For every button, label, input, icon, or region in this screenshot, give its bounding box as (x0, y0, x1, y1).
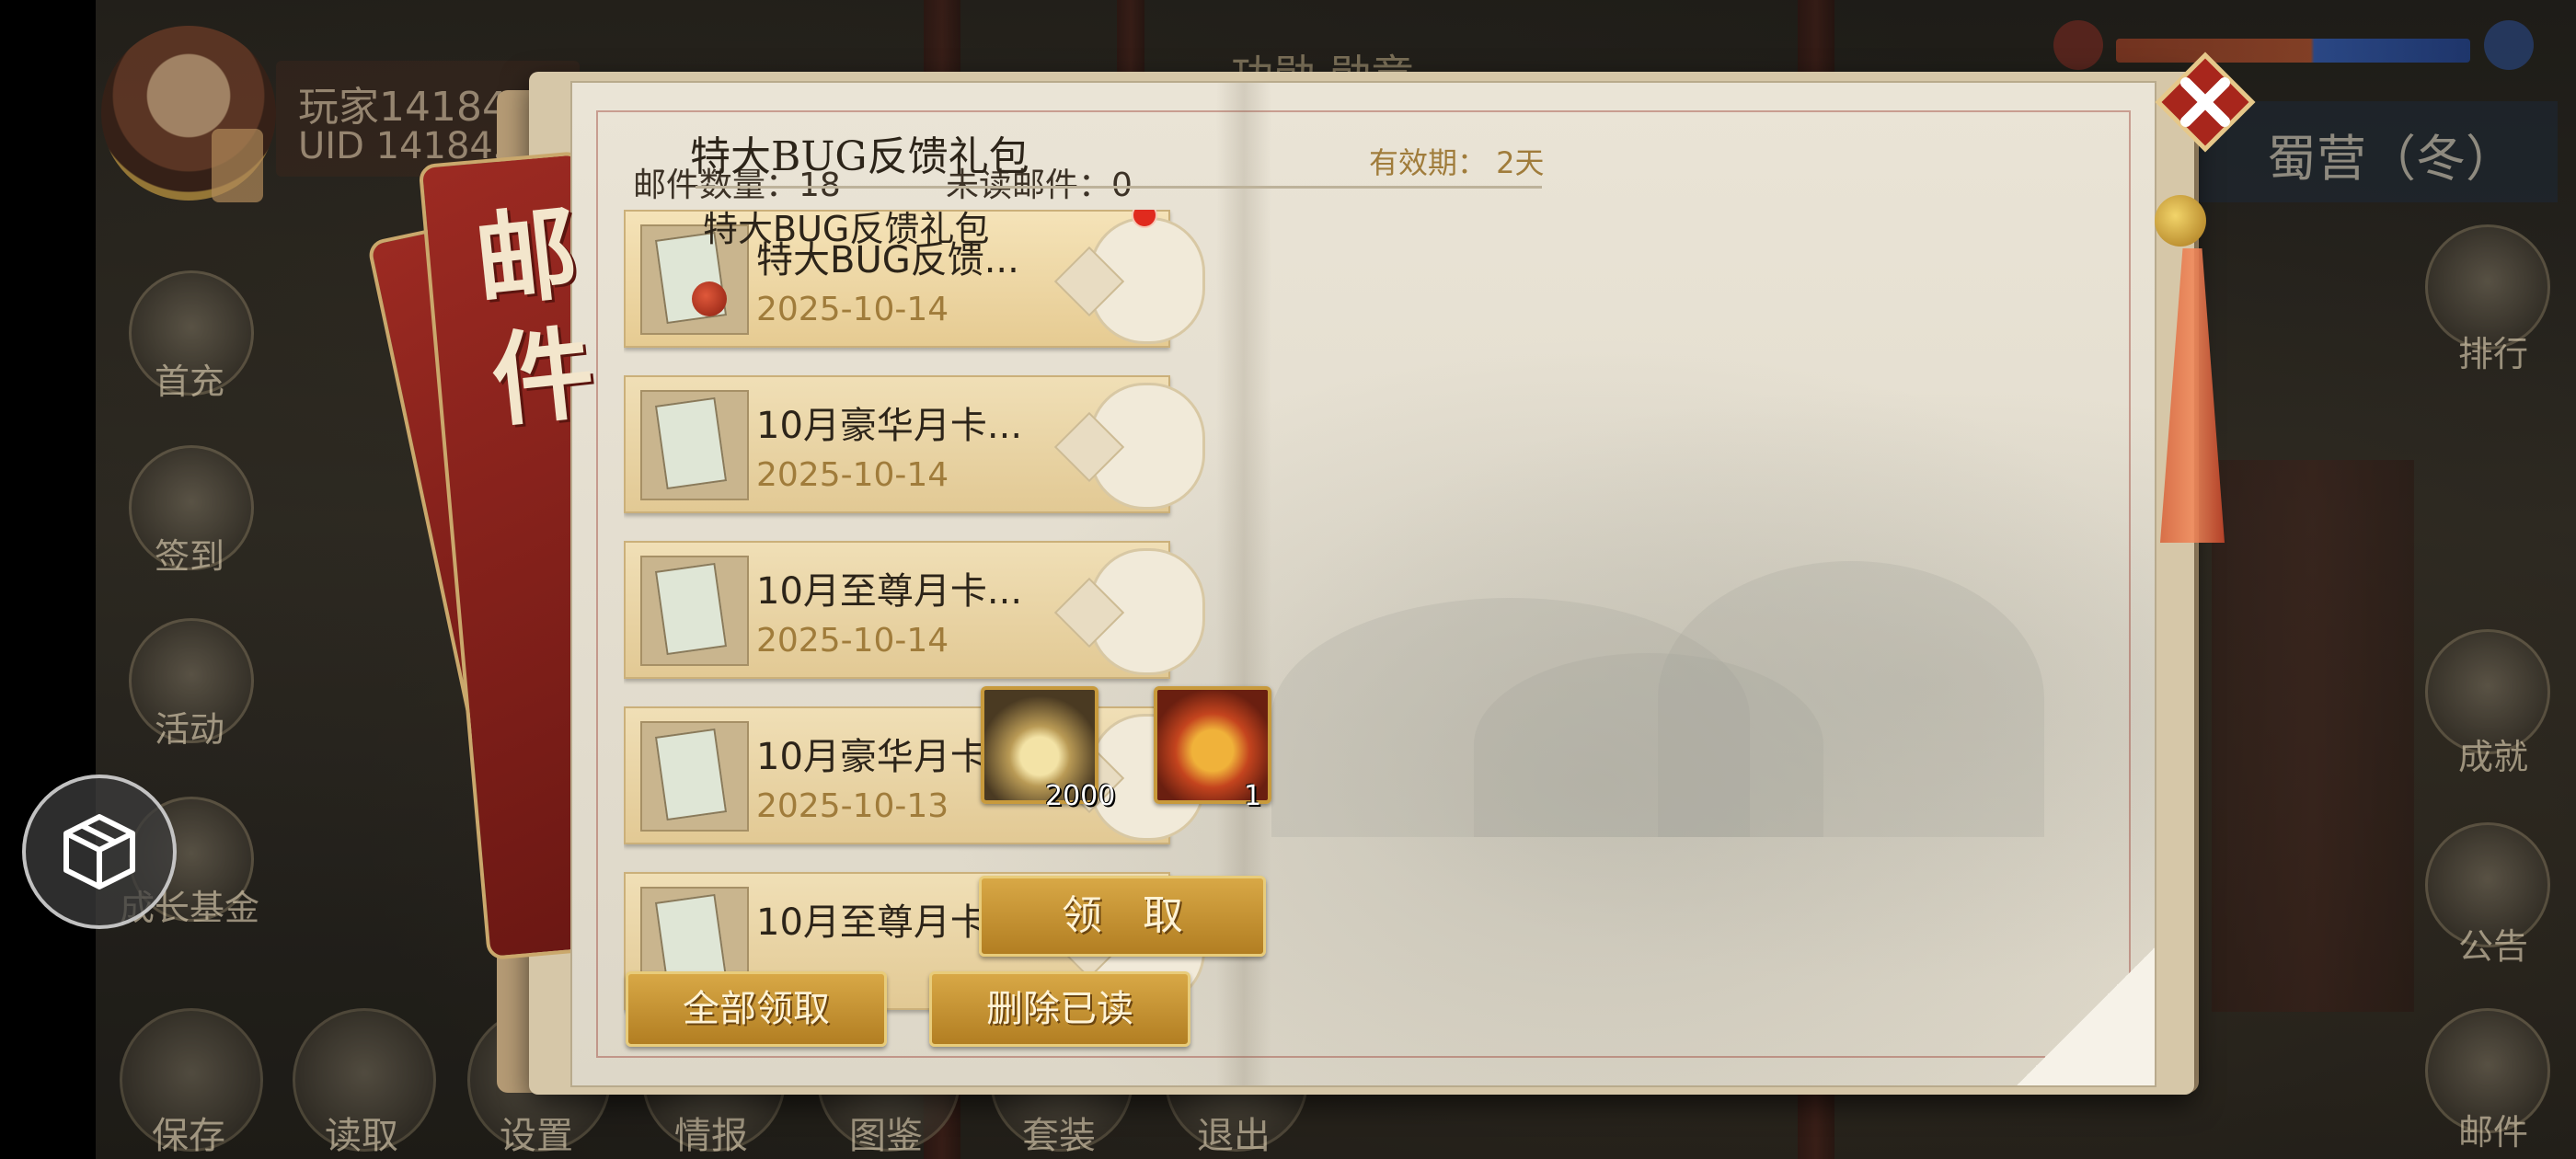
outfit-label: 套装 (1022, 1115, 1096, 1157)
save-label: 保存 (152, 1115, 225, 1157)
claim-button[interactable]: 领 取 (979, 876, 1266, 957)
announcement-label: 公告 (2457, 926, 2528, 967)
mail-card-icon (640, 721, 749, 832)
envelope-icon (1089, 383, 1205, 510)
cube-icon (63, 814, 135, 889)
mail-panel: 邮件数量：18 未读邮件：0 特大BUG反馈... 2025-10-14 10月… (570, 81, 2156, 1087)
mail-date: 2025-10-14 (756, 291, 949, 328)
envelope-icon (1089, 217, 1205, 344)
mail-card-icon (640, 390, 749, 500)
mail-date: 2025-10-14 (756, 622, 949, 660)
load-label: 读取 (325, 1115, 398, 1157)
close-button[interactable] (2155, 52, 2256, 153)
page-curl (2017, 947, 2155, 1085)
gold-ingot-count: 2000 (1045, 780, 1116, 812)
close-icon (2155, 52, 2256, 153)
player-name: 玩家14184 (298, 84, 508, 131)
mail-date: 2025-10-13 (756, 787, 949, 825)
mail-menu-label: 邮件 (2457, 1112, 2528, 1153)
mail-validity: 有效期： 2天 (1369, 145, 1545, 180)
mail-detail-title: 特大BUG反馈礼包 (690, 133, 1029, 180)
camp-label: 蜀营（冬） (2267, 130, 2515, 188)
claim-all-button[interactable]: 全部领取 (626, 971, 887, 1047)
mail-item[interactable]: 10月豪华月卡... 2025-10-14 (624, 375, 1205, 513)
ink-mountain (1474, 653, 1823, 837)
treasure-chest-count: 1 (1244, 780, 1262, 812)
rank-seal (212, 129, 263, 202)
cube-float-button[interactable] (22, 775, 177, 929)
intel-label: 情报 (674, 1115, 748, 1157)
mail-tab-char-2: 件 (486, 312, 600, 442)
wu-faction-icon (2484, 20, 2534, 70)
activity-label: 活动 (154, 709, 224, 750)
codex-label: 图鉴 (849, 1115, 923, 1157)
mail-item[interactable]: 10月至尊月卡... 2025-10-14 (624, 541, 1205, 679)
delete-read-button[interactable]: 删除已读 (929, 971, 1190, 1047)
settings-label: 设置 (500, 1115, 573, 1157)
mail-date: 2025-10-14 (756, 456, 949, 494)
envelope-icon (1089, 548, 1205, 675)
mail-title: 10月豪华月卡... (756, 405, 1023, 447)
sign-in-label: 签到 (154, 536, 224, 577)
tassel-bead-icon (2155, 195, 2206, 247)
mail-card-icon (640, 556, 749, 666)
first-recharge-label: 首充 (154, 361, 224, 402)
shu-faction-icon (2053, 20, 2103, 70)
achievement-label: 成就 (2457, 737, 2528, 777)
exit-label: 退出 (1197, 1115, 1271, 1157)
mail-detail-body: 特大BUG反馈礼包 (703, 209, 990, 249)
mail-title: 10月至尊月卡... (756, 570, 1023, 613)
detail-divider (696, 186, 1542, 189)
ranking-label: 排行 (2457, 334, 2528, 374)
